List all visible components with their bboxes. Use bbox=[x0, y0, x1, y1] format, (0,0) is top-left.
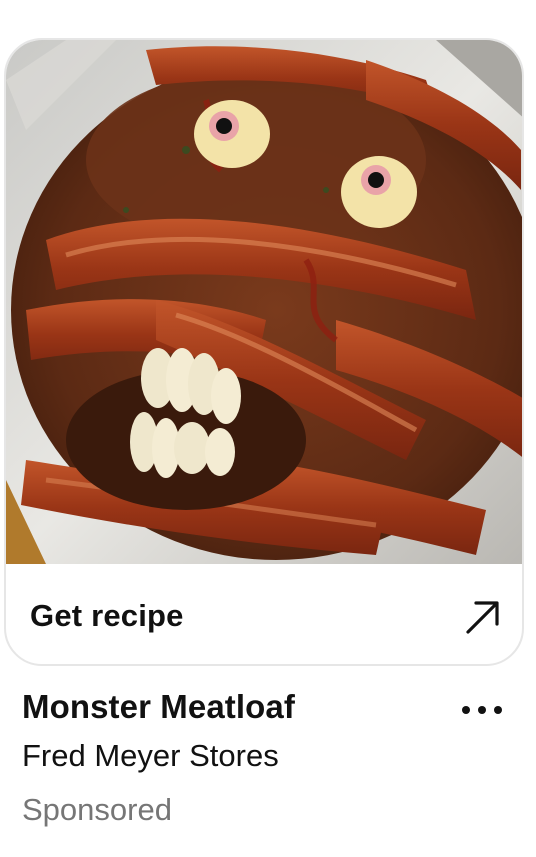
more-options-icon[interactable] bbox=[452, 692, 512, 728]
sponsored-label: Sponsored bbox=[22, 792, 172, 827]
pin-card[interactable]: Get recipe bbox=[4, 38, 524, 666]
pin-title[interactable]: Monster Meatloaf bbox=[22, 688, 295, 726]
pin-image[interactable] bbox=[6, 40, 522, 564]
dot bbox=[478, 706, 486, 714]
get-recipe-button[interactable]: Get recipe bbox=[6, 564, 522, 664]
get-recipe-label: Get recipe bbox=[30, 598, 184, 633]
dot bbox=[462, 706, 470, 714]
advertiser-name[interactable]: Fred Meyer Stores bbox=[22, 738, 279, 774]
arrow-up-right-icon bbox=[466, 601, 499, 634]
dot bbox=[494, 706, 502, 714]
